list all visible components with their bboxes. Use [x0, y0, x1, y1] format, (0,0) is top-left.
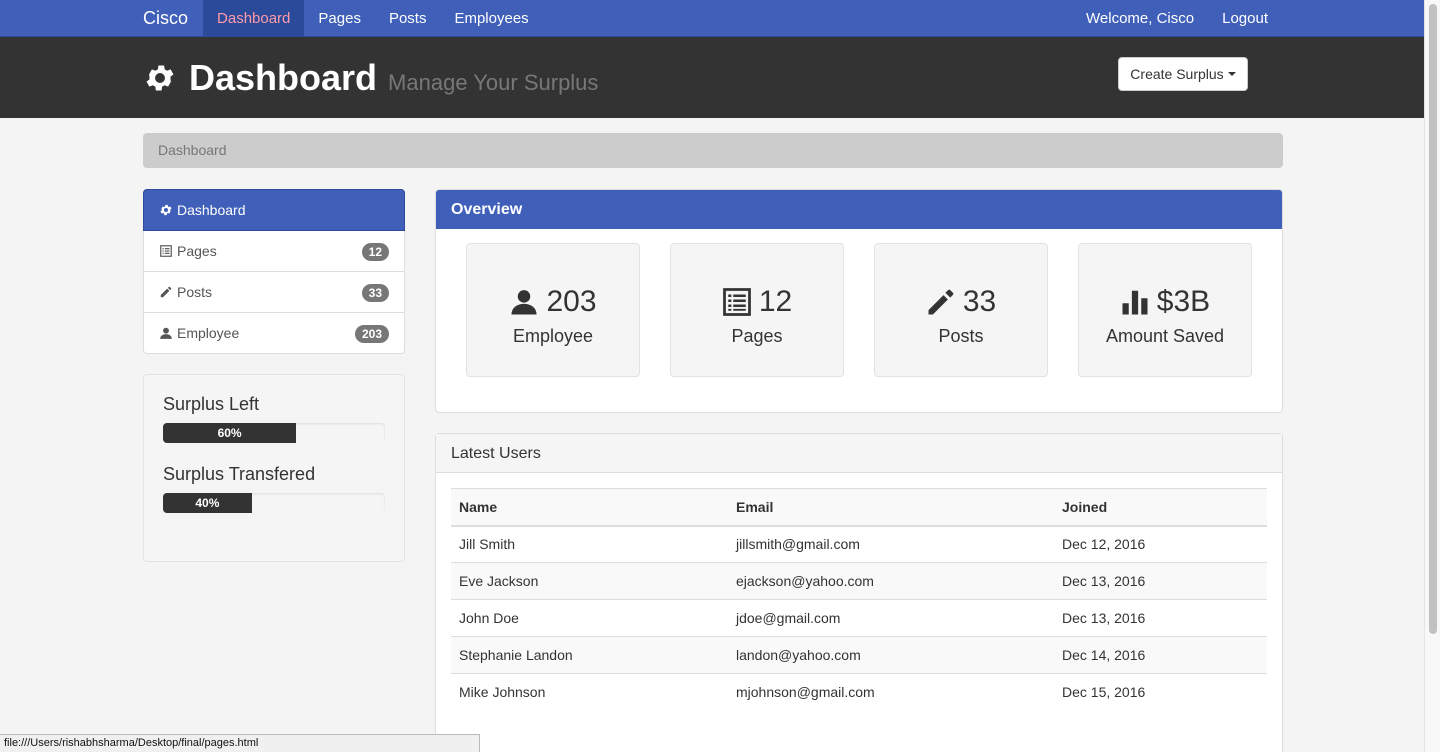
overview-title: Overview: [436, 190, 1282, 229]
logout-link[interactable]: Logout: [1208, 0, 1282, 37]
stat-top: 12: [671, 282, 843, 322]
user-joined: Dec 13, 2016: [1054, 599, 1267, 637]
stat-label: Posts: [938, 326, 984, 346]
create-surplus-button[interactable]: Create Surplus: [1118, 57, 1248, 91]
user-joined: Dec 12, 2016: [1054, 525, 1267, 563]
user-email: mjohnson@gmail.com: [728, 673, 1054, 711]
nav-left: Cisco Dashboard Pages Posts Employees: [128, 0, 543, 37]
column-header: Name: [451, 488, 728, 527]
surplus-left-progress: 60%: [163, 423, 385, 443]
surplus-transferred-title: Surplus Transfered: [163, 464, 316, 484]
stat-top: 203: [467, 282, 639, 322]
page-title: Dashboard Manage Your Surplus: [143, 57, 598, 99]
brand-link[interactable]: Cisco: [128, 0, 203, 37]
nav-link-employees[interactable]: Employees: [440, 0, 542, 37]
user-email: jdoe@gmail.com: [728, 599, 1054, 637]
pencil-icon: [928, 289, 954, 315]
stat-posts: 33 Posts: [874, 243, 1048, 377]
nav-link-posts[interactable]: Posts: [375, 0, 441, 37]
surplus-transferred-progress: 40%: [163, 493, 385, 513]
nav-right: Welcome, Cisco Logout: [1072, 0, 1282, 37]
users-table: Name Email Joined Jill Smith jillsmith@g…: [451, 488, 1267, 711]
surplus-left-bar: 60%: [163, 423, 297, 443]
user-joined: Dec 15, 2016: [1054, 673, 1267, 711]
user-icon: [511, 290, 537, 315]
surplus-left-title: Surplus Left: [163, 394, 260, 414]
user-name: Stephanie Landon: [451, 636, 728, 674]
user-email: landon@yahoo.com: [728, 636, 1054, 674]
top-navbar: Cisco Dashboard Pages Posts Employees We…: [0, 0, 1424, 37]
list-icon: [160, 245, 172, 257]
nav-link-pages[interactable]: Pages: [304, 0, 375, 37]
user-name: John Doe: [451, 599, 728, 637]
column-header: Email: [728, 488, 1054, 527]
column-header: Joined: [1054, 488, 1267, 527]
user-name: Jill Smith: [451, 525, 728, 563]
stat-value: 33: [962, 285, 997, 318]
stat-top: $3B: [1079, 282, 1251, 322]
stat-employee: 203 Employee: [466, 243, 640, 377]
gear-icon: [146, 65, 174, 91]
stat-top: 33: [875, 282, 1047, 322]
page-subtitle: Manage Your Surplus: [388, 70, 599, 95]
stat-label: Employee: [512, 326, 594, 346]
user-joined: Dec 14, 2016: [1054, 636, 1267, 674]
sidebar-item-label: Employee: [177, 325, 240, 341]
stat-amount-saved: $3B Amount Saved: [1078, 243, 1252, 377]
table-row: Stephanie Landon landon@yahoo.com Dec 14…: [451, 636, 1267, 674]
overview-panel: Overview 203 Employee 12 Pages 33 Posts …: [435, 189, 1283, 413]
breadcrumb: Dashboard: [143, 133, 1283, 168]
table-row: Mike Johnson mjohnson@gmail.com Dec 15, …: [451, 673, 1267, 711]
table-header-row: Name Email Joined: [451, 488, 1267, 527]
surplus-well: Surplus Left 60% Surplus Transfered 40%: [143, 374, 405, 562]
user-name: Mike Johnson: [451, 673, 728, 711]
welcome-link[interactable]: Welcome, Cisco: [1072, 0, 1208, 37]
latest-users-title: Latest Users: [436, 434, 1282, 473]
caret-down-icon: [1227, 72, 1236, 76]
bar-chart-icon: [1122, 290, 1148, 315]
user-email: ejackson@yahoo.com: [728, 562, 1054, 600]
list-icon: [722, 288, 751, 316]
pencil-icon: [160, 286, 172, 298]
sidebar-item-label: Posts: [177, 284, 213, 300]
count-badge: 203: [354, 325, 389, 343]
count-badge: 33: [361, 284, 389, 302]
stat-value: $3B: [1156, 285, 1211, 318]
vertical-scrollbar[interactable]: [1424, 0, 1440, 752]
sidebar-item-dashboard[interactable]: Dashboard: [143, 189, 405, 231]
sidebar-item-label: Dashboard: [177, 202, 246, 218]
user-email: jillsmith@gmail.com: [728, 525, 1054, 563]
table-row: John Doe jdoe@gmail.com Dec 13, 2016: [451, 599, 1267, 637]
gear-icon: [160, 204, 172, 216]
nav-link-dashboard[interactable]: Dashboard: [203, 0, 305, 37]
sidebar-item-label: Pages: [177, 243, 217, 259]
user-name: Eve Jackson: [451, 562, 728, 600]
sidebar-menu: Dashboard Pages 12 Posts 33 Employee 203: [143, 189, 405, 354]
scrollbar-thumb[interactable]: [1429, 4, 1437, 634]
stat-value: 12: [758, 285, 793, 318]
page-heading: Dashboard: [189, 57, 378, 98]
surplus-transferred-bar: 40%: [163, 493, 252, 513]
sidebar-item-posts[interactable]: Posts 33: [143, 272, 405, 313]
table-row: Eve Jackson ejackson@yahoo.com Dec 13, 2…: [451, 562, 1267, 600]
sidebar-item-pages[interactable]: Pages 12: [143, 231, 405, 272]
stat-label: Amount Saved: [1105, 326, 1225, 346]
stat-label: Pages: [731, 326, 783, 346]
user-joined: Dec 13, 2016: [1054, 562, 1267, 600]
table-row: Jill Smith jillsmith@gmail.com Dec 12, 2…: [451, 525, 1267, 563]
stat-value: 203: [546, 285, 597, 318]
stat-pages: 12 Pages: [670, 243, 844, 377]
page-header: Dashboard Manage Your Surplus Create Sur…: [0, 37, 1424, 118]
browser-status-bar: file:///Users/rishabhsharma/Desktop/fina…: [0, 734, 480, 752]
latest-users-panel: Latest Users Name Email Joined Jill Smit…: [435, 433, 1283, 752]
sidebar-item-employee[interactable]: Employee 203: [143, 313, 405, 354]
count-badge: 12: [361, 243, 389, 261]
create-surplus-label: Create Surplus: [1130, 66, 1224, 82]
user-icon: [160, 327, 172, 339]
